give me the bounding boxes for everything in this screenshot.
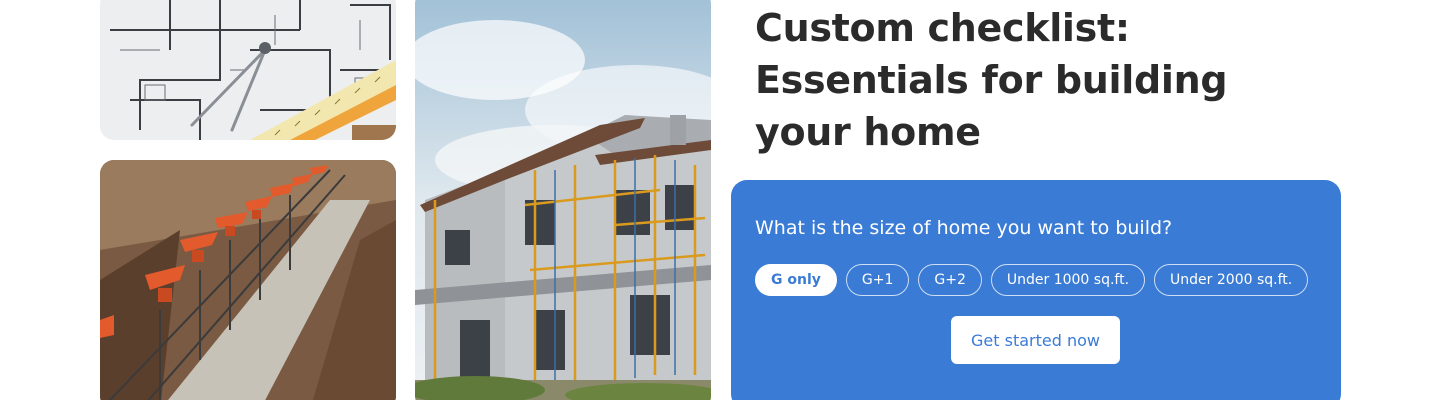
blueprint-photo <box>100 0 396 140</box>
home-size-question: What is the size of home you want to bui… <box>755 217 1173 239</box>
page-title-line-3: your home <box>755 110 981 154</box>
home-size-options: G only G+1 G+2 Under 1000 sq.ft. Under 2… <box>755 264 1309 296</box>
option-g-plus-1[interactable]: G+1 <box>845 264 910 296</box>
option-under-2000-sqft[interactable]: Under 2000 sq.ft. <box>1154 264 1309 296</box>
option-under-1000-sqft[interactable]: Under 1000 sq.ft. <box>990 264 1146 296</box>
page-title-line-2: Essentials for building <box>755 58 1228 102</box>
page-title-line-1: Custom checklist: <box>755 6 1130 50</box>
get-started-button[interactable]: Get started now <box>951 316 1120 364</box>
foundation-photo <box>100 160 396 400</box>
house-construction-photo <box>415 0 711 400</box>
option-g-only[interactable]: G only <box>755 264 837 296</box>
home-size-card: What is the size of home you want to bui… <box>731 180 1341 400</box>
page-title: Custom checklist: Essentials for buildin… <box>755 2 1315 158</box>
option-g-plus-2[interactable]: G+2 <box>918 264 982 296</box>
